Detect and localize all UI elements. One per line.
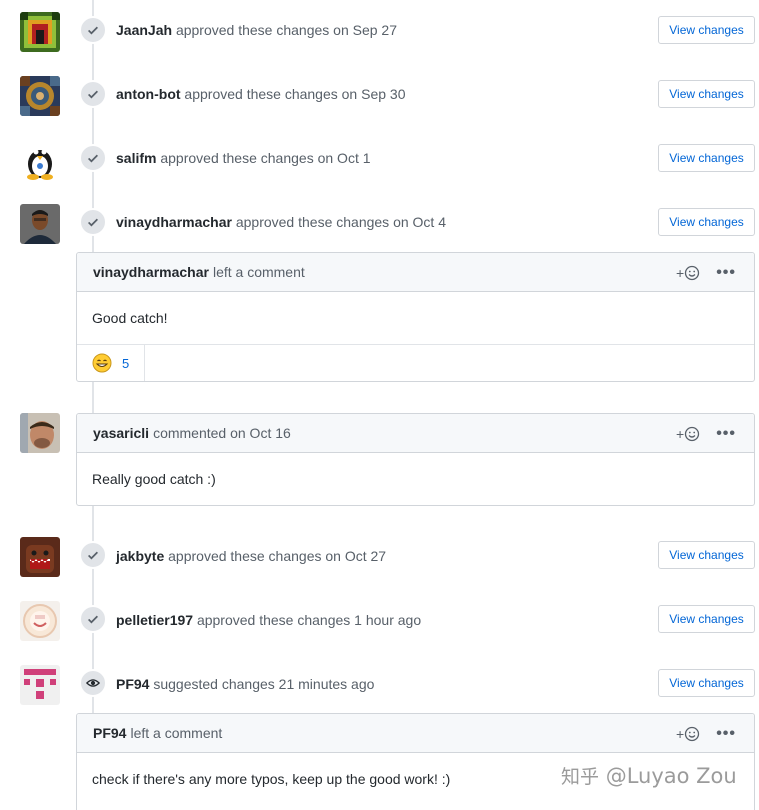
event-description: approved these changes on Sep 30 bbox=[184, 86, 406, 102]
event-description: suggested changes 21 minutes ago bbox=[153, 676, 375, 692]
view-changes-button[interactable]: View changes bbox=[658, 605, 755, 633]
author-link[interactable]: PF94 bbox=[116, 676, 149, 692]
event-text: anton-bot approved these changes on Sep … bbox=[116, 84, 405, 104]
event-description: approved these changes on Oct 27 bbox=[168, 548, 387, 564]
avatar-pf94[interactable] bbox=[20, 665, 60, 705]
watermark-zh: 知乎 bbox=[561, 766, 600, 788]
comment-header-text: left a comment bbox=[130, 725, 223, 741]
comment-author[interactable]: PF94 bbox=[93, 725, 126, 741]
view-changes-button[interactable]: View changes bbox=[658, 208, 755, 236]
plus-label: + bbox=[676, 425, 685, 442]
add-reaction-button[interactable]: + bbox=[676, 426, 700, 442]
plus-label: + bbox=[676, 264, 685, 281]
author-link[interactable]: pelletier197 bbox=[116, 612, 193, 628]
more-options-button[interactable]: ••• bbox=[716, 264, 736, 281]
comment-author[interactable]: vinaydharmachar bbox=[93, 264, 209, 280]
eye-icon bbox=[79, 669, 107, 697]
avatar-anton-bot[interactable] bbox=[20, 76, 60, 116]
watermark: 知乎 @Luyao Zou bbox=[561, 762, 737, 789]
approved-check-icon bbox=[79, 16, 107, 44]
view-changes-button[interactable]: View changes bbox=[658, 16, 755, 44]
comment-author[interactable]: yasaricli bbox=[93, 425, 149, 441]
view-changes-button[interactable]: View changes bbox=[658, 541, 755, 569]
approved-check-icon bbox=[79, 541, 107, 569]
more-options-button[interactable]: ••• bbox=[716, 725, 736, 742]
comment-header-text: left a comment bbox=[212, 264, 305, 280]
add-reaction-button[interactable]: + bbox=[676, 726, 700, 742]
comment-header: vinaydharmachar left a comment + ••• bbox=[77, 253, 754, 292]
comment-text: Good catch! bbox=[92, 310, 168, 326]
event-text: pelletier197 approved these changes 1 ho… bbox=[116, 610, 421, 630]
event-description: approved these changes on Oct 4 bbox=[235, 214, 446, 230]
avatar-jaanjah[interactable] bbox=[20, 12, 60, 52]
add-reaction-button[interactable]: + bbox=[676, 265, 700, 281]
comment-header: yasaricli commented on Oct 16 + ••• bbox=[77, 414, 754, 453]
smiley-icon bbox=[685, 726, 700, 741]
author-link[interactable]: anton-bot bbox=[116, 86, 181, 102]
comment-text: check if there's any more typos, keep up… bbox=[92, 771, 451, 787]
view-changes-button[interactable]: View changes bbox=[658, 80, 755, 108]
comment-text: Really good catch :) bbox=[92, 471, 216, 487]
smiley-icon bbox=[685, 265, 700, 280]
reactions-bar: 5 bbox=[77, 344, 754, 381]
comment-body: Really good catch :) bbox=[77, 453, 754, 505]
approved-check-icon bbox=[79, 80, 107, 108]
event-text: PF94 suggested changes 21 minutes ago bbox=[116, 674, 374, 694]
event-text: salifm approved these changes on Oct 1 bbox=[116, 148, 371, 168]
event-description: approved these changes on Sep 27 bbox=[175, 22, 397, 38]
approved-check-icon bbox=[79, 605, 107, 633]
author-link[interactable]: jakbyte bbox=[116, 548, 164, 564]
reaction-chip[interactable]: 5 bbox=[77, 345, 146, 381]
event-text: jakbyte approved these changes on Oct 27 bbox=[116, 546, 386, 566]
author-link[interactable]: JaanJah bbox=[116, 22, 172, 38]
plus-label: + bbox=[676, 725, 685, 742]
watermark-handle: @Luyao Zou bbox=[605, 764, 737, 788]
avatar-jakbyte[interactable] bbox=[20, 537, 60, 577]
author-link[interactable]: vinaydharmachar bbox=[116, 214, 232, 230]
avatar-salifm[interactable] bbox=[20, 140, 60, 180]
event-description: approved these changes 1 hour ago bbox=[196, 612, 422, 628]
comment-body: Good catch! bbox=[77, 292, 754, 344]
comment-header: PF94 left a comment + ••• bbox=[77, 714, 754, 753]
reaction-count: 5 bbox=[122, 355, 130, 371]
event-text: vinaydharmachar approved these changes o… bbox=[116, 212, 446, 232]
event-description: approved these changes on Oct 1 bbox=[160, 150, 371, 166]
avatar-yasaricli[interactable] bbox=[20, 413, 60, 453]
comment-card: yasaricli commented on Oct 16 + ••• Real… bbox=[76, 413, 755, 506]
author-link[interactable]: salifm bbox=[116, 150, 156, 166]
avatar-pelletier197[interactable] bbox=[20, 601, 60, 641]
comment-card: vinaydharmachar left a comment + ••• Goo… bbox=[76, 252, 755, 382]
approved-check-icon bbox=[79, 144, 107, 172]
avatar-vinaydharmachar[interactable] bbox=[20, 204, 60, 244]
grinning-face-icon bbox=[92, 353, 112, 373]
approved-check-icon bbox=[79, 208, 107, 236]
smiley-icon bbox=[685, 426, 700, 441]
view-changes-button[interactable]: View changes bbox=[658, 669, 755, 697]
view-changes-button[interactable]: View changes bbox=[658, 144, 755, 172]
event-text: JaanJah approved these changes on Sep 27 bbox=[116, 20, 397, 40]
more-options-button[interactable]: ••• bbox=[716, 425, 736, 442]
comment-header-text: commented on Oct 16 bbox=[153, 425, 291, 441]
